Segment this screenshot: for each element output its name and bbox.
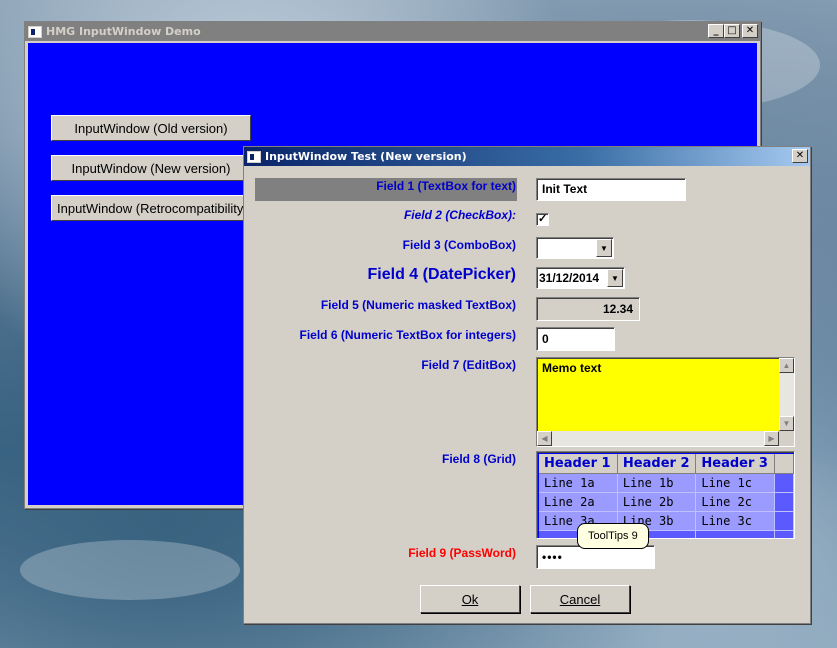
field3-label: Field 3 (ComboBox) xyxy=(402,238,516,252)
dialog-icon xyxy=(247,150,261,163)
field6-numeric-textbox[interactable]: 0 xyxy=(536,327,615,351)
field9-value: •••• xyxy=(542,550,563,564)
grid-header-row: Header 1 Header 2 Header 3 xyxy=(539,454,794,474)
field5-value: 12.34 xyxy=(602,302,633,316)
grid-header-cell[interactable]: Header 3 xyxy=(695,454,775,474)
field6-label: Field 6 (Numeric TextBox for integers) xyxy=(299,328,517,342)
app-icon xyxy=(28,25,42,38)
grid-header-cell[interactable]: Header 1 xyxy=(539,454,618,474)
grid-filler-cell xyxy=(774,492,794,512)
field9-label: Field 9 (PassWord) xyxy=(408,546,516,560)
field7-vertical-scrollbar[interactable]: ▲ ▼ xyxy=(779,358,794,431)
scrollbar-corner xyxy=(779,431,794,446)
main-window-titlebar[interactable]: HMG InputWindow Demo _ □ ✕ xyxy=(25,22,760,41)
field4-datepicker[interactable]: 31/12/2014 ▼ xyxy=(536,267,625,289)
dialog-titlebar[interactable]: InputWindow Test (New version) ✕ xyxy=(244,147,810,166)
scroll-left-button[interactable]: ◀ xyxy=(537,431,552,446)
grid-cell[interactable]: Line 3c xyxy=(695,511,775,531)
field5-masked-textbox[interactable]: 12.34 xyxy=(536,297,640,321)
grid-cell[interactable]: Line 2b xyxy=(617,492,697,512)
chevron-down-icon: ▼ xyxy=(600,243,608,253)
inputwindow-dialog: InputWindow Test (New version) ✕ Field 1… xyxy=(243,146,811,624)
field3-dropdown-button[interactable]: ▼ xyxy=(596,239,612,257)
field8-grid[interactable]: Header 1 Header 2 Header 3 Line 1a Line … xyxy=(536,451,795,539)
minimize-button[interactable]: _ xyxy=(708,24,724,38)
table-row[interactable]: Line 1a Line 1b Line 1c xyxy=(539,473,794,493)
field8-label: Field 8 (Grid) xyxy=(441,452,516,466)
desktop-wallpaper-highlight xyxy=(20,540,240,600)
scroll-right-button[interactable]: ▶ xyxy=(764,431,779,446)
field2-checkbox[interactable]: ✓ xyxy=(536,213,549,226)
grid-header-cell[interactable]: Header 2 xyxy=(617,454,697,474)
dialog-title: InputWindow Test (New version) xyxy=(265,150,467,163)
field7-value: Memo text xyxy=(542,361,602,375)
table-row[interactable]: Line 2a Line 2b Line 2c xyxy=(539,492,794,512)
tooltip: ToolTips 9 xyxy=(577,523,649,549)
arrow-left-icon: ◀ xyxy=(541,434,548,443)
field7-label: Field 7 (EditBox) xyxy=(421,358,516,372)
grid-cell[interactable]: Line 2a xyxy=(539,492,618,512)
field1-label: Field 1 (TextBox for text) xyxy=(376,179,516,193)
field4-value: 31/12/2014 xyxy=(539,271,600,285)
grid-cell[interactable]: Line 1c xyxy=(695,473,775,493)
ok-button[interactable]: Ok xyxy=(420,585,520,613)
field7-horizontal-scrollbar[interactable]: ◀ ▶ xyxy=(537,431,779,446)
arrow-right-icon: ▶ xyxy=(768,434,775,443)
field2-label: Field 2 (CheckBox): xyxy=(403,208,516,222)
inputwindow-new-button[interactable]: InputWindow (New version) xyxy=(51,155,251,181)
dialog-close-button[interactable]: ✕ xyxy=(792,149,808,163)
grid-filler-cell xyxy=(774,511,794,531)
maximize-button[interactable]: □ xyxy=(724,24,740,38)
cancel-button-label: Cancel xyxy=(559,591,601,607)
inputwindow-retro-button[interactable]: InputWindow (Retrocompatibility) xyxy=(51,195,251,221)
field6-value: 0 xyxy=(542,332,549,346)
chevron-down-icon: ▼ xyxy=(611,273,619,283)
grid-filler-cell xyxy=(774,473,794,493)
cancel-button[interactable]: Cancel xyxy=(530,585,630,613)
arrow-down-icon: ▼ xyxy=(782,419,791,428)
main-window-title: HMG InputWindow Demo xyxy=(46,25,201,38)
field5-label: Field 5 (Numeric masked TextBox) xyxy=(320,298,516,312)
field4-dropdown-button[interactable]: ▼ xyxy=(607,269,623,287)
inputwindow-old-button[interactable]: InputWindow (Old version) xyxy=(51,115,251,141)
scroll-down-button[interactable]: ▼ xyxy=(779,416,794,431)
grid-cell[interactable]: Line 2c xyxy=(695,492,775,512)
grid-header-filler xyxy=(774,454,794,474)
close-button[interactable]: ✕ xyxy=(742,24,758,38)
field4-label: Field 4 (DatePicker) xyxy=(367,266,517,283)
field1-value: Init Text xyxy=(542,182,588,196)
grid-empty-cell xyxy=(695,530,775,538)
scroll-up-button[interactable]: ▲ xyxy=(779,358,794,373)
grid-cell[interactable]: Line 1a xyxy=(539,473,618,493)
arrow-up-icon: ▲ xyxy=(782,361,791,370)
field7-editbox[interactable]: Memo text ▲ ▼ ◀ ▶ xyxy=(536,357,795,447)
grid-cell[interactable]: Line 1b xyxy=(617,473,697,493)
grid-empty-cell xyxy=(774,530,794,538)
field3-combobox[interactable]: ▼ xyxy=(536,237,614,259)
ok-button-label: Ok xyxy=(461,591,479,607)
checkmark-icon: ✓ xyxy=(538,213,548,225)
field1-textbox[interactable]: Init Text xyxy=(536,178,686,201)
